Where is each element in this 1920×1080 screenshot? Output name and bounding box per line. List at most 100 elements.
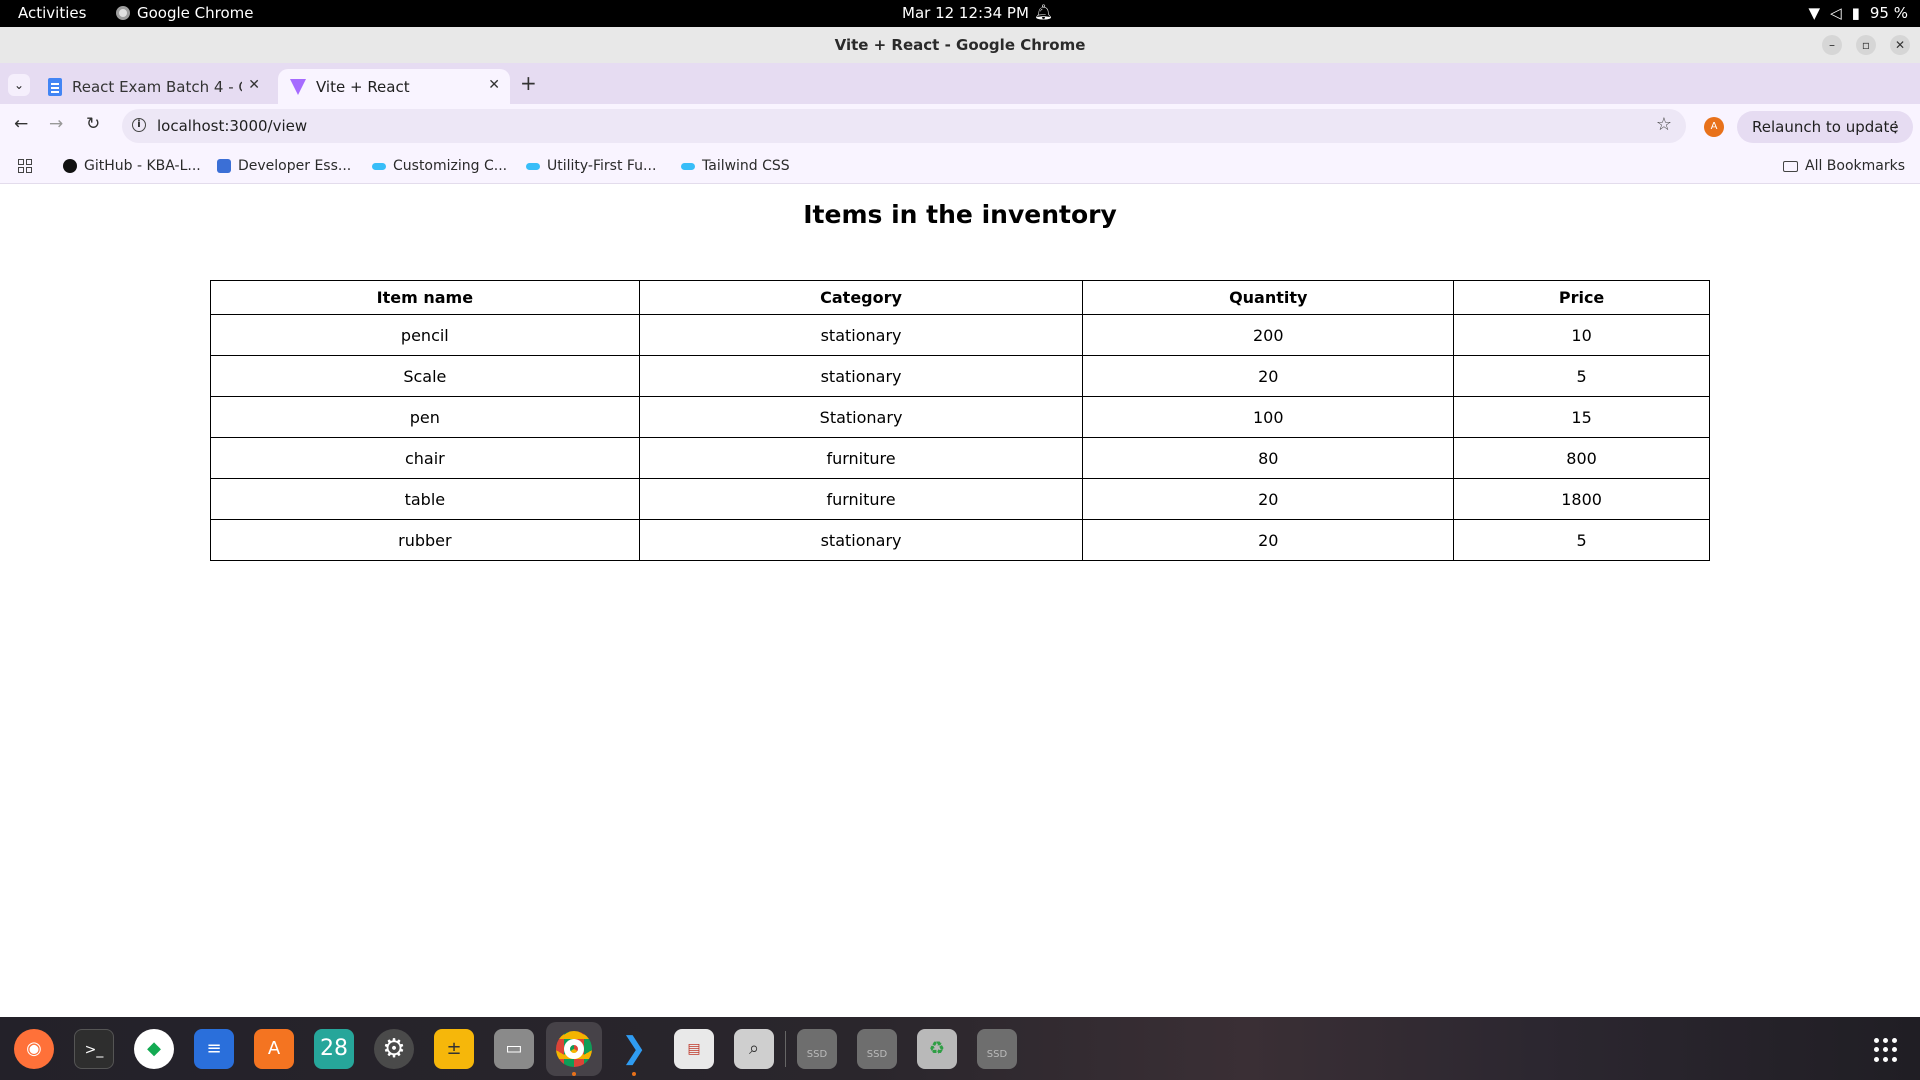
document-viewer-icon[interactable]: ▤ — [674, 1029, 714, 1069]
app-center-icon[interactable]: A — [254, 1029, 294, 1069]
window-titlebar: Vite + React - Google Chrome – ▫ ✕ — [0, 27, 1920, 63]
cell-quantity: 20 — [1082, 478, 1455, 520]
calendar-icon[interactable]: 28 — [314, 1029, 354, 1069]
chrome-dock-icon[interactable] — [546, 1022, 602, 1076]
battery-icon: ▮ — [1851, 4, 1860, 22]
site-info-icon[interactable]: i — [132, 118, 146, 132]
system-tray[interactable]: ▼ ◁ ▮ 95 % — [1809, 4, 1908, 22]
apps-grid-icon[interactable] — [18, 159, 32, 173]
calculator-icon[interactable]: ± — [434, 1029, 474, 1069]
bookmark-label: Developer Ess... — [238, 158, 352, 174]
chrome-logo-icon — [556, 1031, 592, 1067]
bookmark-utility-first[interactable]: Utility-First Fu... — [526, 158, 656, 174]
relaunch-button[interactable]: Relaunch to update ⋮ — [1737, 111, 1913, 143]
cell-item-name: table — [210, 478, 640, 520]
cell-price: 800 — [1453, 437, 1710, 479]
back-arrow-icon[interactable]: ← — [14, 114, 28, 134]
profile-avatar[interactable]: A — [1704, 117, 1724, 137]
cell-quantity: 200 — [1082, 314, 1455, 356]
tab-label: Vite + React — [316, 77, 410, 96]
firefox-icon[interactable]: ◉ — [14, 1029, 54, 1069]
restore-icon[interactable]: ▫ — [1856, 35, 1876, 55]
kebab-menu-icon[interactable]: ⋮ — [1888, 111, 1903, 143]
cell-category: Stationary — [638, 396, 1084, 438]
mongodb-compass-icon[interactable]: ◆ — [134, 1029, 174, 1069]
terminal-icon[interactable]: >_ — [74, 1029, 114, 1069]
bookmark-developer[interactable]: Developer Ess... — [217, 158, 351, 174]
tab-close-icon[interactable]: ✕ — [488, 77, 500, 93]
tab-label: React Exam Batch 4 - Go — [72, 77, 242, 96]
activities-button[interactable]: Activities — [18, 4, 86, 22]
dock: ◉ >_ ◆ ≡ A 28 ⚙ ± ▭ ❯ ▤ ⌕ SSD SSD ♻ SSD — [0, 1017, 1920, 1080]
new-tab-icon[interactable]: + — [520, 71, 537, 95]
bookmark-label: Customizing C... — [393, 158, 508, 174]
bookmark-github[interactable]: GitHub - KBA-L... — [63, 158, 201, 174]
show-apps-grid-icon[interactable] — [1874, 1038, 1898, 1062]
table-header-row: Item name Category Quantity Price — [210, 280, 1710, 315]
bookmark-star-icon[interactable]: ☆ — [1656, 114, 1672, 135]
header-item-name: Item name — [210, 280, 640, 315]
bookmarks-bar: GitHub - KBA-L... Developer Ess... Custo… — [0, 150, 1920, 184]
running-indicator — [632, 1072, 636, 1076]
vite-icon — [290, 78, 306, 95]
window-title: Vite + React - Google Chrome — [834, 36, 1086, 54]
clock[interactable]: Mar 12 12:34 PM — [902, 4, 1029, 22]
cell-category: stationary — [638, 519, 1084, 561]
inventory-table: Item name Category Quantity Price pencil… — [210, 280, 1710, 561]
cell-category: furniture — [638, 437, 1084, 479]
minimize-icon[interactable]: – — [1822, 35, 1842, 55]
table-row: rubber stationary 20 5 — [210, 519, 1710, 561]
cell-item-name: rubber — [210, 519, 640, 561]
all-bookmarks[interactable]: All Bookmarks — [1783, 158, 1905, 174]
files-icon[interactable]: ▭ — [494, 1029, 534, 1069]
battery-percent: 95 % — [1869, 4, 1908, 22]
address-bar[interactable]: i localhost:3000/view ☆ — [122, 109, 1686, 143]
ssd-drive-icon[interactable]: SSD — [797, 1029, 837, 1069]
header-price: Price — [1453, 280, 1710, 315]
tab-search-chevron-icon[interactable]: ⌄ — [8, 74, 30, 96]
image-viewer-icon[interactable]: ⌕ — [734, 1029, 774, 1069]
trash-icon[interactable]: ♻ — [917, 1029, 957, 1069]
tailwind-icon — [526, 162, 540, 170]
system-top-bar: Activities Google Chrome Mar 12 12:34 PM… — [0, 0, 1920, 27]
ssd-drive-icon[interactable]: SSD — [977, 1029, 1017, 1069]
tab-close-icon[interactable]: ✕ — [248, 77, 260, 93]
text-editor-icon[interactable]: ≡ — [194, 1029, 234, 1069]
wifi-icon: ▼ — [1808, 4, 1821, 22]
all-bookmarks-label: All Bookmarks — [1805, 158, 1906, 174]
cell-category: stationary — [638, 355, 1084, 397]
header-quantity: Quantity — [1082, 280, 1455, 315]
cell-item-name: chair — [210, 437, 640, 479]
volume-muted-icon: ◁ — [1830, 4, 1842, 22]
browser-toolbar: ← → ↻ i localhost:3000/view ☆ A Relaunch… — [0, 104, 1920, 150]
developer-icon — [217, 159, 231, 173]
app-menu[interactable]: Google Chrome — [116, 4, 254, 22]
forward-arrow-icon[interactable]: → — [49, 114, 63, 134]
cell-price: 1800 — [1453, 478, 1710, 520]
close-window-icon[interactable]: ✕ — [1890, 35, 1910, 55]
cell-category: stationary — [638, 314, 1084, 356]
cell-quantity: 20 — [1082, 519, 1455, 561]
settings-gear-icon[interactable]: ⚙ — [374, 1029, 414, 1069]
tailwind-icon — [372, 162, 386, 170]
tab-react-exam[interactable]: React Exam Batch 4 - Go ✕ — [36, 69, 270, 104]
vscode-icon[interactable]: ❯ — [614, 1029, 654, 1069]
github-icon — [63, 159, 77, 173]
tab-strip: ⌄ React Exam Batch 4 - Go ✕ Vite + React… — [0, 63, 1920, 104]
url-text[interactable]: localhost:3000/view — [157, 117, 307, 135]
relaunch-label: Relaunch to update — [1752, 118, 1899, 136]
tailwind-icon — [681, 162, 695, 170]
page-title: Items in the inventory — [803, 200, 1117, 229]
cell-item-name: pencil — [210, 314, 640, 356]
table-row: table furniture 20 1800 — [210, 478, 1710, 520]
dock-separator — [785, 1031, 786, 1067]
notification-bell-icon: 🔔︎ — [1034, 3, 1054, 21]
tab-vite-react[interactable]: Vite + React ✕ — [278, 69, 510, 104]
bookmark-customizing[interactable]: Customizing C... — [372, 158, 507, 174]
cell-price: 10 — [1453, 314, 1710, 356]
page-content: Items in the inventory Item name Categor… — [0, 185, 1920, 1017]
cell-price: 5 — [1453, 519, 1710, 561]
reload-icon[interactable]: ↻ — [86, 114, 100, 134]
ssd-drive-icon[interactable]: SSD — [857, 1029, 897, 1069]
bookmark-tailwind-css[interactable]: Tailwind CSS — [681, 158, 790, 174]
